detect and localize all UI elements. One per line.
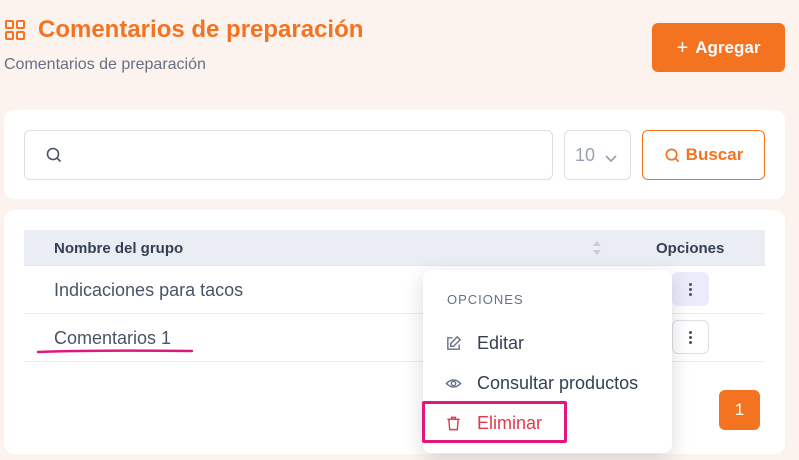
pagination-page-button[interactable]: 1 (719, 390, 760, 430)
menu-heading: OPCIONES (447, 292, 524, 307)
kebab-icon (689, 282, 692, 296)
title-row: Comentarios de preparación (4, 16, 363, 44)
page-size-value: 10 (575, 144, 596, 165)
add-button-label: Agregar (695, 37, 761, 57)
search-icon (45, 146, 63, 164)
kebab-icon (689, 330, 692, 344)
row-options-button[interactable] (672, 272, 709, 306)
group-name-cell: Indicaciones para tacos (54, 280, 244, 300)
menu-item-label: Consultar productos (477, 372, 639, 393)
grid-icon (4, 19, 26, 41)
search-input[interactable] (24, 130, 553, 180)
chevron-down-icon (604, 149, 618, 163)
page-size-select[interactable]: 10 (564, 130, 631, 180)
row-options-button[interactable] (672, 320, 709, 354)
eye-icon (445, 375, 462, 392)
search-card: 10 Buscar (4, 110, 785, 199)
edit-icon (445, 335, 462, 352)
page-header: Comentarios de preparación (4, 16, 363, 44)
annotation-highlight-box (422, 401, 567, 443)
menu-item-edit[interactable]: Editar (445, 330, 524, 356)
page-title: Comentarios de preparación (38, 16, 364, 43)
page-subtitle: Comentarios de preparación (4, 56, 206, 73)
search-button[interactable]: Buscar (642, 130, 765, 180)
search-icon (664, 147, 681, 164)
plus-icon: + (676, 36, 689, 59)
search-button-label: Buscar (685, 145, 744, 164)
table-header: Nombre del grupo Opciones (24, 230, 765, 266)
menu-item-view-products[interactable]: Consultar productos (445, 370, 638, 396)
add-button[interactable]: + Agregar (652, 23, 785, 72)
sort-icon[interactable] (592, 239, 602, 257)
annotation-underline (36, 349, 194, 354)
menu-item-label: Editar (477, 332, 525, 353)
column-header-name[interactable]: Nombre del grupo (54, 240, 183, 257)
column-header-options: Opciones (656, 240, 725, 257)
group-name-cell: Comentarios 1 (54, 328, 172, 348)
